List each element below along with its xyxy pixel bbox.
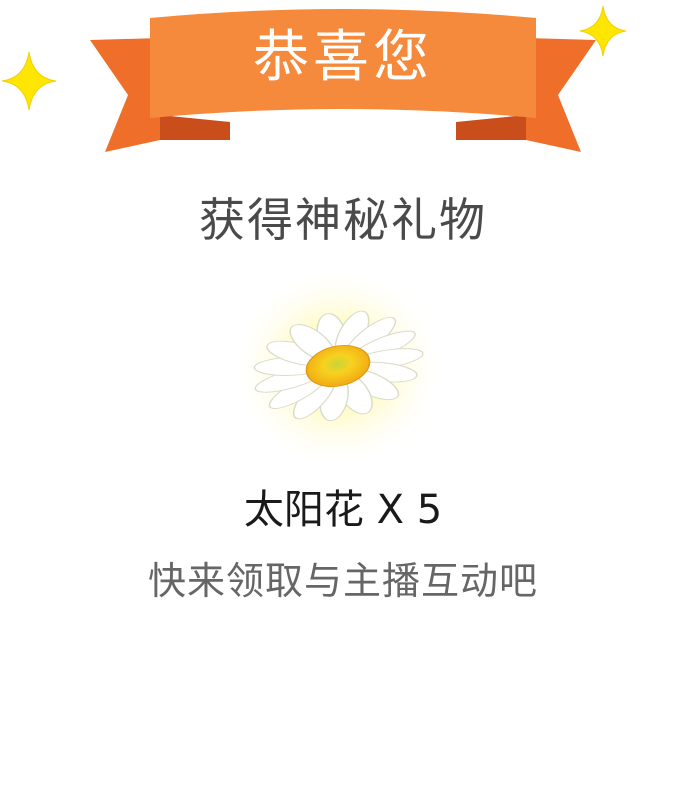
gift-name: 太阳花 bbox=[243, 487, 364, 533]
sparkle-icon bbox=[579, 5, 627, 57]
sunflower-daisy-icon bbox=[230, 265, 446, 469]
gift-name-quantity: 太阳花 X 5 bbox=[0, 482, 686, 538]
gift-subtitle: 获得神秘礼物 bbox=[199, 193, 487, 247]
sparkle-icon bbox=[1, 51, 57, 111]
gift-quantity: 5 bbox=[416, 487, 443, 533]
ribbon-right-fold bbox=[456, 115, 526, 140]
claim-hint: 快来领取与主播互动吧 bbox=[147, 559, 538, 603]
gift-multiplier: X bbox=[376, 487, 404, 533]
ribbon-left-fold bbox=[160, 115, 230, 140]
reward-popup: 恭喜您 获得神秘礼物 太阳花 X 5 快来领取与主播互动吧 bbox=[0, 0, 686, 800]
